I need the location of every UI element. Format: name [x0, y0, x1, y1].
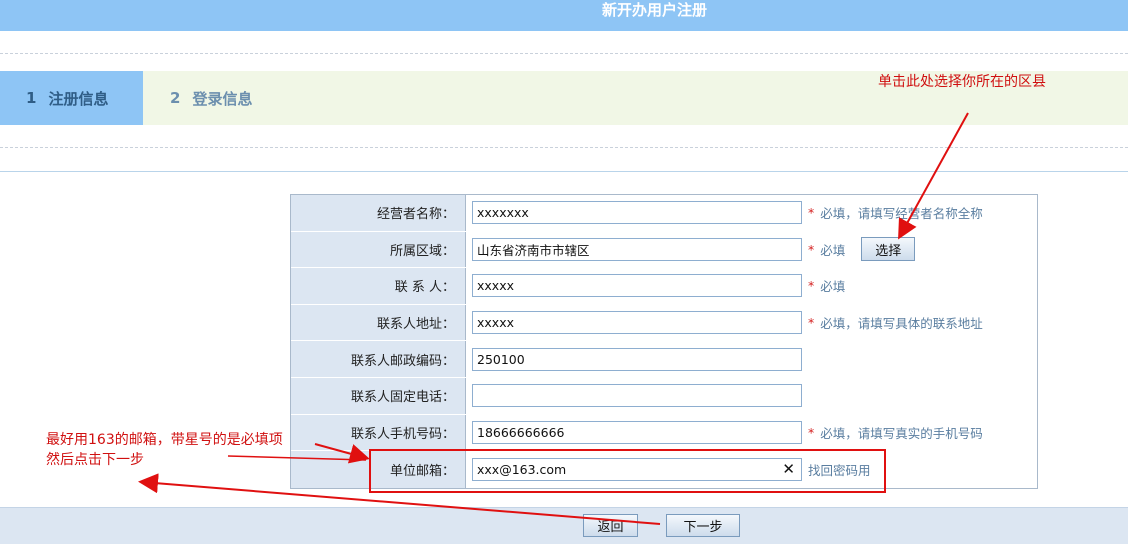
registration-form: 经营者名称： xxxxxxx * 必填，请填写经营者名称全称 所属区域： 山东省济… [290, 194, 1038, 489]
back-button[interactable]: 返回 [583, 514, 638, 537]
contact-address-input[interactable]: xxxxx [472, 311, 802, 335]
field-hint: 必填，请填写经营者名称全称 [820, 206, 983, 222]
form-row-landline: 联系人固定电话： [291, 377, 1037, 415]
field-label: 联系人手机号码： [291, 414, 466, 451]
field-hint: 必填，请填写真实的手机号码 [820, 425, 983, 441]
footer-bar [0, 507, 1128, 544]
field-label: 联系人地址： [291, 304, 466, 341]
field-label: 所属区域： [291, 231, 466, 268]
step-label: 登录信息 [192, 89, 253, 108]
form-row-district: 所属区域： 山东省济南市市辖区 * 必填 选择 [291, 231, 1037, 269]
required-star: * [808, 315, 815, 331]
form-row-business-name: 经营者名称： xxxxxxx * 必填，请填写经营者名称全称 [291, 195, 1037, 232]
field-label: 联系人固定电话： [291, 377, 466, 414]
required-star: * [808, 241, 815, 257]
district-input[interactable]: 山东省济南市市辖区 [472, 237, 802, 261]
annotation-next-note: 然后点击下一步 [46, 452, 144, 468]
contact-person-input[interactable]: xxxxx [472, 274, 802, 298]
step-login-info[interactable]: 2 登录信息 [170, 71, 252, 125]
mobile-input[interactable]: 18666666666 [472, 420, 802, 444]
step-number: 2 [170, 89, 181, 107]
required-star: * [808, 278, 815, 294]
form-row-mobile: 联系人手机号码： 18666666666 * 必填，请填写真实的手机号码 [291, 414, 1037, 452]
step-number: 1 [26, 89, 37, 107]
field-label: 联系人邮政编码： [291, 341, 466, 377]
field-label: 经营者名称： [291, 195, 466, 231]
form-row-contact-address: 联系人地址： xxxxx * 必填，请填写具体的联系地址 [291, 304, 1037, 342]
step-registration-info[interactable]: 1 注册信息 [0, 71, 143, 125]
select-district-button[interactable]: 选择 [861, 237, 916, 262]
form-row-postal-code: 联系人邮政编码： 250100 [291, 341, 1037, 378]
postal-code-input[interactable]: 250100 [472, 347, 802, 371]
annotation-email-note: 最好用163的邮箱，带星号的是必填项 [46, 432, 283, 448]
form-row-contact-person: 联 系 人： xxxxx * 必填 [291, 268, 1037, 305]
next-step-button[interactable]: 下一步 [666, 514, 740, 537]
header-bar: 新开办用户注册 [0, 0, 1128, 31]
required-star: * [808, 205, 815, 221]
divider [0, 53, 1128, 54]
field-hint: 必填 [820, 242, 846, 258]
step-label: 注册信息 [48, 89, 109, 108]
divider [0, 147, 1128, 148]
business-name-input[interactable]: xxxxxxx [472, 201, 802, 225]
required-star: * [808, 424, 815, 440]
email-highlight-box [369, 449, 886, 493]
registration-page: 新开办用户注册 1 注册信息 2 登录信息 经营者名称： xxxxxxx * 必填… [0, 0, 1128, 544]
divider [0, 171, 1128, 172]
annotation-select-district: 单击此处选择你所在的区县 [878, 74, 1046, 90]
field-hint: 必填 [820, 279, 846, 295]
landline-input[interactable] [472, 384, 802, 408]
field-label: 联 系 人： [291, 268, 466, 304]
page-title: 新开办用户注册 [602, 1, 708, 19]
field-hint: 必填，请填写具体的联系地址 [820, 316, 983, 332]
